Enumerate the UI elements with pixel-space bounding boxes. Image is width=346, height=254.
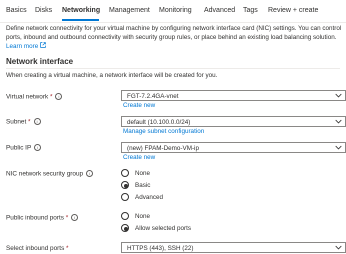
tab-tags[interactable]: Tags <box>243 7 258 14</box>
nsg-label: NIC network security group i <box>6 170 94 178</box>
radio-circle <box>121 212 129 220</box>
chevron-down-icon <box>335 119 342 124</box>
learn-more-link[interactable]: Learn more <box>6 42 46 50</box>
tab-management[interactable]: Management <box>109 7 150 14</box>
virtual-network-label: Virtual network * i <box>6 93 63 101</box>
subnet-label: Subnet * i <box>6 118 41 126</box>
tab-advanced[interactable]: Advanced <box>204 7 235 14</box>
tab-bar: Basics Disks Networking Management Monit… <box>0 0 346 23</box>
create-new-ip-link[interactable]: Create new <box>123 154 155 161</box>
virtual-network-dropdown[interactable]: FGT-7.2.4GA-vnet <box>121 90 346 101</box>
public-ip-dropdown[interactable]: (new) FPAM-Demo-VM-ip <box>121 142 346 153</box>
radio-circle <box>121 169 129 177</box>
radio-circle-selected <box>121 224 129 232</box>
tab-review-create[interactable]: Review + create <box>268 7 318 14</box>
manage-subnet-link[interactable]: Manage subnet configuration <box>123 128 204 135</box>
select-inbound-ports-dropdown[interactable]: HTTPS (443), SSH (22) <box>121 242 346 253</box>
info-icon[interactable]: i <box>86 170 94 177</box>
info-icon[interactable]: i <box>55 93 63 100</box>
info-icon[interactable]: i <box>71 214 79 221</box>
public-inbound-ports-label: Public inbound ports * i <box>6 214 79 222</box>
tab-basics[interactable]: Basics <box>6 7 27 14</box>
chevron-down-icon <box>335 245 342 250</box>
radio-circle <box>121 193 129 201</box>
select-inbound-ports-label: Select inbound ports * <box>6 245 69 252</box>
active-tab-indicator <box>62 19 99 21</box>
info-icon[interactable]: i <box>34 144 42 151</box>
tab-disks[interactable]: Disks <box>35 7 52 14</box>
tab-monitoring[interactable]: Monitoring <box>159 7 192 14</box>
chevron-down-icon <box>335 145 342 150</box>
radio-circle-selected <box>121 181 129 189</box>
network-interface-description: When creating a virtual machine, a netwo… <box>6 72 218 79</box>
external-link-icon <box>40 42 46 48</box>
intro-description: Define network connectivity for your vir… <box>6 25 342 51</box>
tab-networking[interactable]: Networking <box>62 7 100 14</box>
info-icon[interactable]: i <box>33 118 41 125</box>
subnet-dropdown[interactable]: default (10.100.0.0/24) <box>121 116 346 127</box>
section-divider <box>6 68 340 69</box>
public-ip-label: Public IP i <box>6 144 42 152</box>
create-new-vnet-link[interactable]: Create new <box>123 102 155 109</box>
chevron-down-icon <box>335 93 342 98</box>
intro-text: Define network connectivity for your vir… <box>6 25 342 41</box>
network-interface-title: Network interface <box>6 57 74 66</box>
